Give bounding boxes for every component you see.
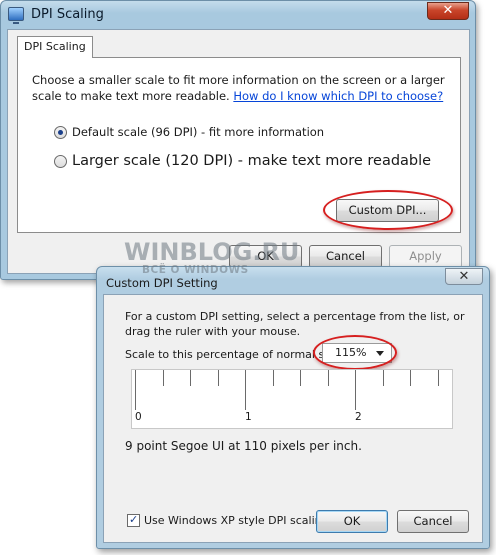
ruler-minor-tick	[382, 370, 384, 386]
checkmark-icon: ✓	[129, 513, 139, 526]
apply-button[interactable]: Apply	[389, 245, 462, 268]
ruler-minor-tick	[410, 370, 411, 386]
dialog-close-button[interactable]: ✕	[445, 268, 483, 285]
watermark: WINBLOG.RU ВСЁ О WINDOWS	[124, 240, 299, 276]
scale-label: Scale to this percentage of normal size:	[125, 348, 344, 361]
monitor-icon	[8, 7, 24, 24]
ruler-minor-tick	[217, 370, 219, 386]
ruler-minor-tick	[162, 370, 164, 386]
xp-style-checkbox[interactable]: ✓	[127, 513, 140, 527]
dialog-description: For a custom DPI setting, select a perce…	[125, 310, 465, 338]
window-title: DPI Scaling	[31, 7, 104, 22]
close-button[interactable]: ✕	[427, 2, 469, 20]
ruler-minor-tick	[300, 370, 301, 386]
dialog-cancel-button[interactable]: Cancel	[397, 510, 469, 533]
ruler-label-0: 0	[135, 411, 142, 423]
ruler-label-2: 2	[355, 411, 362, 423]
ruler-minor-tick	[327, 370, 329, 386]
watermark-sub: ВСЁ О WINDOWS	[142, 264, 249, 276]
ruler-minor-tick	[437, 370, 439, 386]
radio-button-checked[interactable]	[54, 125, 67, 139]
dialog-ok-button[interactable]: OK	[316, 510, 388, 533]
chevron-down-icon	[376, 351, 384, 356]
sample-text: 9 point Segoe UI at 110 pixels per inch.	[125, 439, 362, 453]
custom-dpi-button[interactable]: Custom DPI...	[336, 199, 439, 222]
xp-style-label: Use Windows XP style DPI scaling	[144, 514, 329, 527]
radio-larger-label: Larger scale (120 DPI) - make text more …	[72, 153, 432, 169]
cancel-button[interactable]: Cancel	[309, 245, 382, 268]
radio-default-label: Default scale (96 DPI) - fit more inform…	[72, 125, 325, 139]
radio-larger-scale[interactable]: Larger scale (120 DPI) - make text more …	[54, 153, 431, 169]
dialog-title: Custom DPI Setting	[106, 276, 218, 290]
help-link[interactable]: How do I know which DPI to choose?	[233, 89, 443, 103]
tab-dpi-scaling[interactable]: DPI Scaling	[17, 36, 93, 58]
ruler-minor-tick	[272, 370, 274, 386]
radio-default-scale[interactable]: Default scale (96 DPI) - fit more inform…	[54, 125, 324, 139]
ruler-major-tick	[135, 370, 136, 410]
ruler-major-tick	[355, 370, 356, 410]
ruler-minor-tick	[190, 370, 191, 386]
xp-style-checkbox-row[interactable]: ✓ Use Windows XP style DPI scaling	[127, 513, 329, 527]
radio-button-unchecked[interactable]	[54, 154, 67, 168]
scale-value: 115%	[335, 346, 367, 359]
custom-dpi-dialog: Custom DPI Setting ✕ For a custom DPI se…	[96, 266, 490, 549]
title-bar[interactable]: DPI Scaling ✕	[1, 1, 475, 29]
scale-percentage-select[interactable]: 115%	[322, 343, 392, 363]
tab-panel: Choose a smaller scale to fit more infor…	[17, 57, 461, 233]
ruler-major-tick	[245, 370, 246, 410]
watermark-main: WINBLOG.RU	[124, 238, 300, 266]
intro-text: Choose a smaller scale to fit more infor…	[32, 72, 456, 104]
dialog-client-area: For a custom DPI setting, select a perce…	[103, 294, 483, 543]
dpi-ruler[interactable]: 0 1 2	[131, 369, 453, 429]
ruler-label-1: 1	[245, 411, 252, 423]
